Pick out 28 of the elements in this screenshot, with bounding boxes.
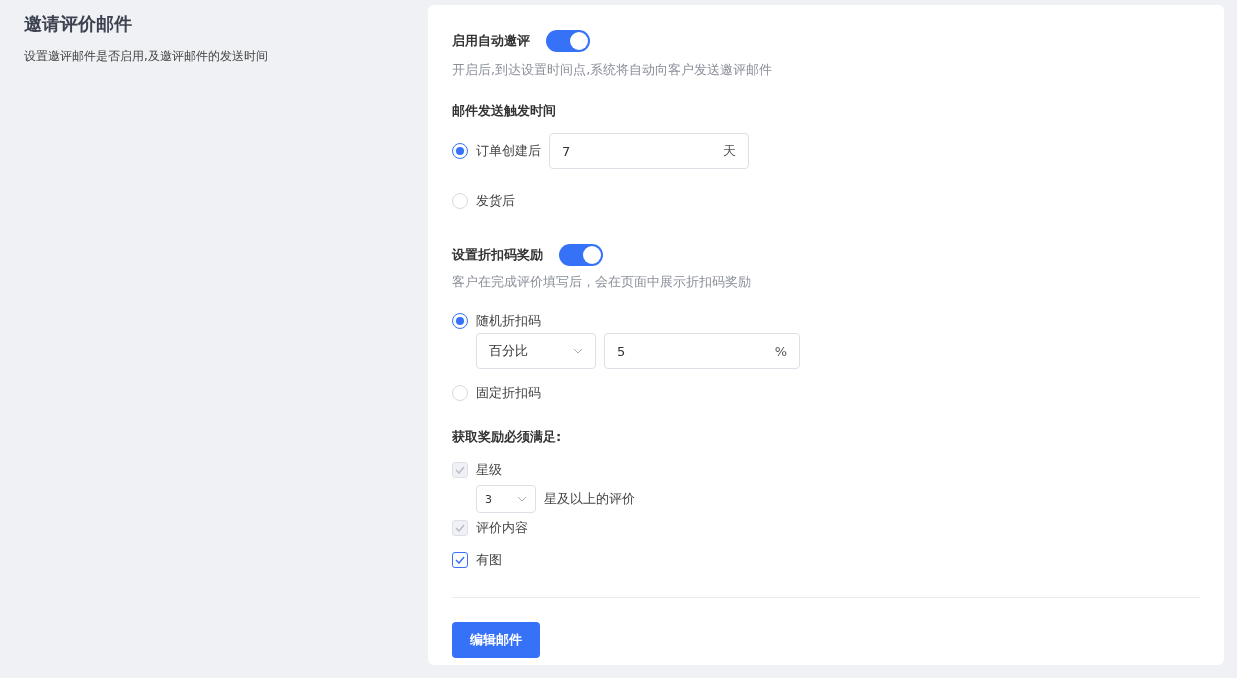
- radio-label: 发货后: [476, 192, 515, 210]
- checkbox-label: 星级: [476, 461, 502, 479]
- section-heading: 获取奖励必须满足:: [452, 428, 562, 446]
- days-input[interactable]: 7 天: [549, 133, 749, 169]
- checkmark-icon: [455, 556, 465, 564]
- checkbox[interactable]: [452, 552, 468, 568]
- radio-label: 订单创建后: [476, 142, 541, 160]
- type-select[interactable]: 百分比: [476, 333, 596, 369]
- checkmark-icon: [455, 524, 465, 532]
- select-suffix: 星及以上的评价: [544, 490, 635, 508]
- checkbox-label: 有图: [476, 551, 502, 569]
- setting-label: 设置折扣码奖励: [452, 246, 543, 264]
- radio-label: 固定折扣码: [476, 384, 541, 402]
- checkmark-icon: [455, 466, 465, 474]
- toggle-switch[interactable]: [546, 30, 590, 52]
- chevron-down-icon: [573, 348, 583, 354]
- radio-label: 随机折扣码: [476, 312, 541, 330]
- page-description: 设置邀评邮件是否启用,及邀评邮件的发送时间: [24, 48, 269, 65]
- section-heading: 邮件发送触发时间: [452, 102, 556, 120]
- checkbox-label: 评价内容: [476, 519, 528, 537]
- toggle-switch[interactable]: [559, 244, 603, 266]
- edit-email-button[interactable]: 编辑邮件: [452, 622, 540, 658]
- discount-input[interactable]: 5 %: [604, 333, 800, 369]
- setting-label: 启用自动邀评: [452, 32, 530, 50]
- setting-hint: 开启后,到达设置时间点,系统将自动向客户发送邀评邮件: [452, 61, 774, 79]
- chevron-down-icon: [517, 496, 527, 502]
- page-title: 邀请评价邮件: [24, 12, 133, 36]
- setting-hint: 客户在完成评价填写后，会在页面中展示折扣码奖励: [452, 273, 752, 291]
